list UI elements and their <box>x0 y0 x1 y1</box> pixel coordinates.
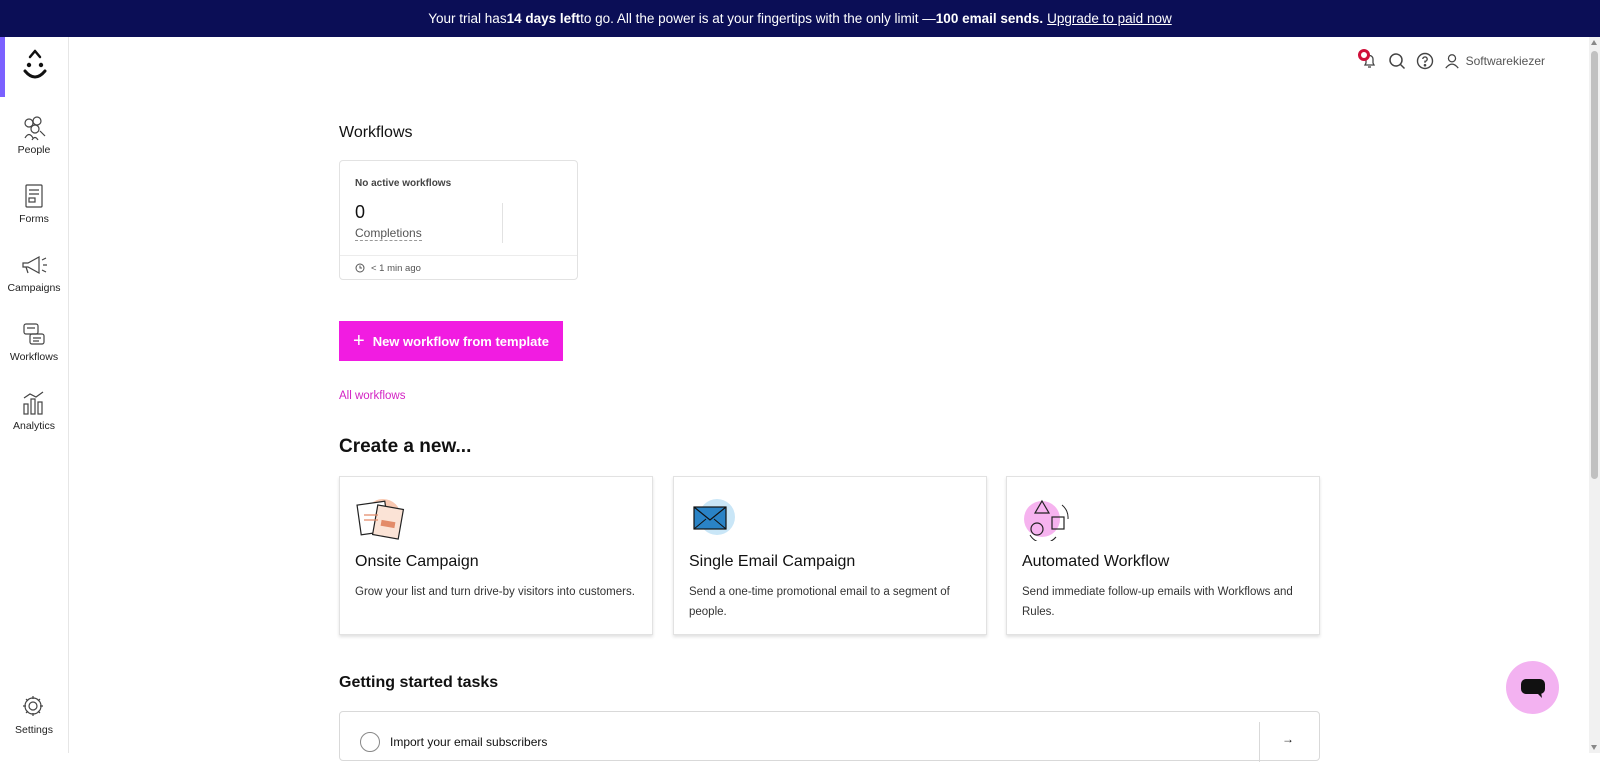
sidebar-item-label: Campaigns <box>7 282 61 294</box>
completions-label[interactable]: Completions <box>355 226 422 241</box>
create-heading: Create a new... <box>339 436 472 457</box>
help-icon <box>1416 52 1433 70</box>
divider <box>502 203 503 243</box>
search-icon <box>1388 53 1405 70</box>
new-workflow-label: New workflow from template <box>372 333 549 349</box>
divider <box>1259 722 1260 762</box>
people-icon <box>24 116 46 141</box>
onsite-campaign-icon <box>356 499 405 540</box>
banner-limit: 100 email sends. <box>935 11 1044 26</box>
task-checkbox[interactable] <box>360 732 380 752</box>
gear-icon <box>23 696 43 716</box>
chat-button[interactable] <box>1506 661 1559 714</box>
notification-badge <box>1357 49 1370 61</box>
sidebar-item-label: Settings <box>15 724 53 736</box>
single-email-campaign-card[interactable]: Single Email Campaign Send a one-time pr… <box>673 476 987 635</box>
card-description: Send immediate follow-up emails with Wor… <box>1022 586 1293 618</box>
username: Softwarekiezer <box>1465 54 1545 68</box>
search-button[interactable] <box>1388 52 1406 70</box>
scrollbar-thumb[interactable] <box>1591 51 1598 479</box>
sidebar-item-label: Analytics <box>12 420 55 432</box>
card-footer: < 1 min ago <box>340 255 577 280</box>
card-title: Automated Workflow <box>1022 553 1170 570</box>
sidebar-item-settings[interactable]: Settings <box>0 692 68 752</box>
envelope-icon <box>693 499 735 535</box>
logo-link[interactable] <box>0 37 69 97</box>
card-description: Grow your list and turn drive-by visitor… <box>355 586 635 598</box>
all-workflows-link[interactable]: All workflows <box>339 390 405 402</box>
banner-text-2: to go. All the power is at your fingerti… <box>580 11 936 26</box>
tasks-heading: Getting started tasks <box>339 674 499 691</box>
upgrade-link[interactable]: Upgrade to paid now <box>1047 11 1172 26</box>
completions-value: 0 <box>355 202 366 222</box>
workflows-heading: Workflows <box>339 124 413 141</box>
card-title: Single Email Campaign <box>689 553 856 570</box>
card-title: Onsite Campaign <box>355 553 479 570</box>
trial-banner: Your trial has 14 days left to go. All t… <box>0 0 1600 37</box>
banner-text-1: Your trial has <box>428 11 507 26</box>
sidebar: People Forms Campaigns Workflows Analyti… <box>0 37 69 753</box>
help-button[interactable] <box>1416 52 1434 70</box>
sidebar-item-campaigns[interactable]: Campaigns <box>0 250 68 310</box>
scroll-down-icon[interactable] <box>1591 745 1597 750</box>
automated-workflow-card[interactable]: Automated Workflow Send immediate follow… <box>1006 476 1320 635</box>
task-label: Import your email subscribers <box>390 735 548 749</box>
sidebar-item-label: Workflows <box>9 351 59 363</box>
arrow-right-icon[interactable]: → <box>1282 732 1294 746</box>
sidebar-item-people[interactable]: People <box>0 112 68 172</box>
chat-icon <box>1520 678 1545 698</box>
user-menu[interactable]: Softwarekiezer <box>1444 53 1545 69</box>
card-description: Send a one-time promotional email to a s… <box>689 586 950 618</box>
sidebar-item-label: People <box>17 144 51 156</box>
topbar-icons: Softwarekiezer <box>1357 49 1545 70</box>
logo-icon <box>23 49 47 79</box>
sidebar-item-analytics[interactable]: Analytics <box>0 388 68 448</box>
scrollbar[interactable] <box>1589 37 1600 753</box>
user-icon <box>1444 54 1459 69</box>
workflows-icon <box>23 323 45 345</box>
automation-icon <box>1024 499 1069 541</box>
plus-icon: + <box>353 330 365 352</box>
card-title: No active workflows <box>355 178 452 189</box>
workflows-summary-card: No active workflows 0 Completions < 1 mi… <box>339 160 578 280</box>
new-workflow-button[interactable]: + New workflow from template <box>339 321 563 361</box>
active-indicator <box>0 37 5 97</box>
sidebar-item-label: Forms <box>19 213 49 225</box>
last-updated: < 1 min ago <box>371 262 421 274</box>
onsite-campaign-card[interactable]: Onsite Campaign Grow your list and turn … <box>339 476 653 635</box>
clock-icon <box>355 263 365 273</box>
scroll-up-icon[interactable] <box>1591 40 1597 45</box>
task-item-import-subscribers[interactable]: Import your email subscribers → <box>339 711 1320 762</box>
forms-icon <box>25 184 43 208</box>
sidebar-item-workflows[interactable]: Workflows <box>0 319 68 379</box>
sidebar-item-forms[interactable]: Forms <box>0 181 68 241</box>
megaphone-icon <box>22 255 47 275</box>
analytics-icon <box>23 391 44 415</box>
notifications-button[interactable] <box>1357 49 1378 70</box>
banner-days-left: 14 days left <box>506 11 581 26</box>
